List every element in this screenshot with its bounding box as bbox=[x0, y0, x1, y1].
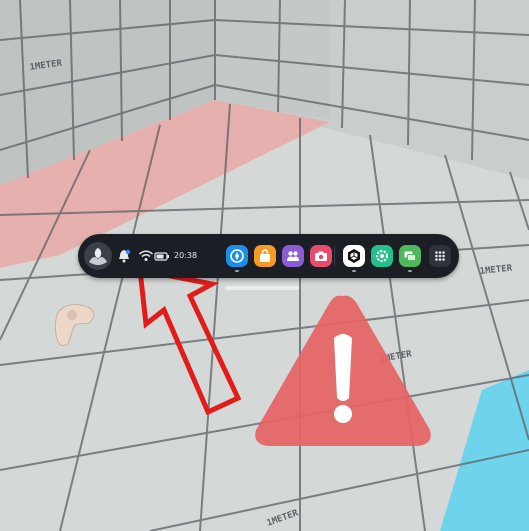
gear-icon bbox=[375, 249, 389, 263]
settings-app-button[interactable] bbox=[371, 245, 393, 267]
red-arrow-icon bbox=[137, 270, 242, 415]
store-bag-icon bbox=[260, 249, 270, 262]
user-avatar-icon bbox=[84, 242, 112, 270]
system-dock: 20:38 bbox=[78, 234, 459, 278]
running-indicator bbox=[235, 270, 239, 272]
clock-time: 20:38 bbox=[174, 251, 198, 260]
notification-bell-icon[interactable] bbox=[116, 248, 132, 264]
vr-passthrough-scene: 1METER 1METER 1METER 1METER 20:38 bbox=[0, 0, 529, 531]
battery-icon[interactable] bbox=[154, 248, 170, 264]
avatar[interactable] bbox=[84, 242, 112, 270]
compass-icon bbox=[230, 249, 244, 263]
unity-icon bbox=[348, 249, 360, 263]
people-app-button[interactable] bbox=[282, 245, 304, 267]
wifi-icon[interactable] bbox=[138, 248, 154, 264]
store-app-button[interactable] bbox=[254, 245, 276, 267]
dock-drag-handle[interactable] bbox=[225, 286, 299, 290]
running-indicator bbox=[352, 270, 356, 272]
dock-divider bbox=[334, 246, 335, 266]
people-icon bbox=[287, 251, 299, 261]
windows-icon bbox=[404, 251, 416, 261]
app-library-button[interactable] bbox=[429, 245, 451, 267]
running-indicator bbox=[408, 270, 412, 272]
camera-app-button[interactable] bbox=[310, 245, 332, 267]
unity-app-button[interactable] bbox=[343, 245, 365, 272]
explore-app-button[interactable] bbox=[226, 245, 248, 272]
vr-controller-icon bbox=[54, 304, 94, 347]
grid-icon bbox=[435, 251, 445, 261]
camera-icon bbox=[315, 251, 327, 261]
exclamation-warning-icon bbox=[255, 295, 431, 446]
window-app-button[interactable] bbox=[399, 245, 421, 272]
